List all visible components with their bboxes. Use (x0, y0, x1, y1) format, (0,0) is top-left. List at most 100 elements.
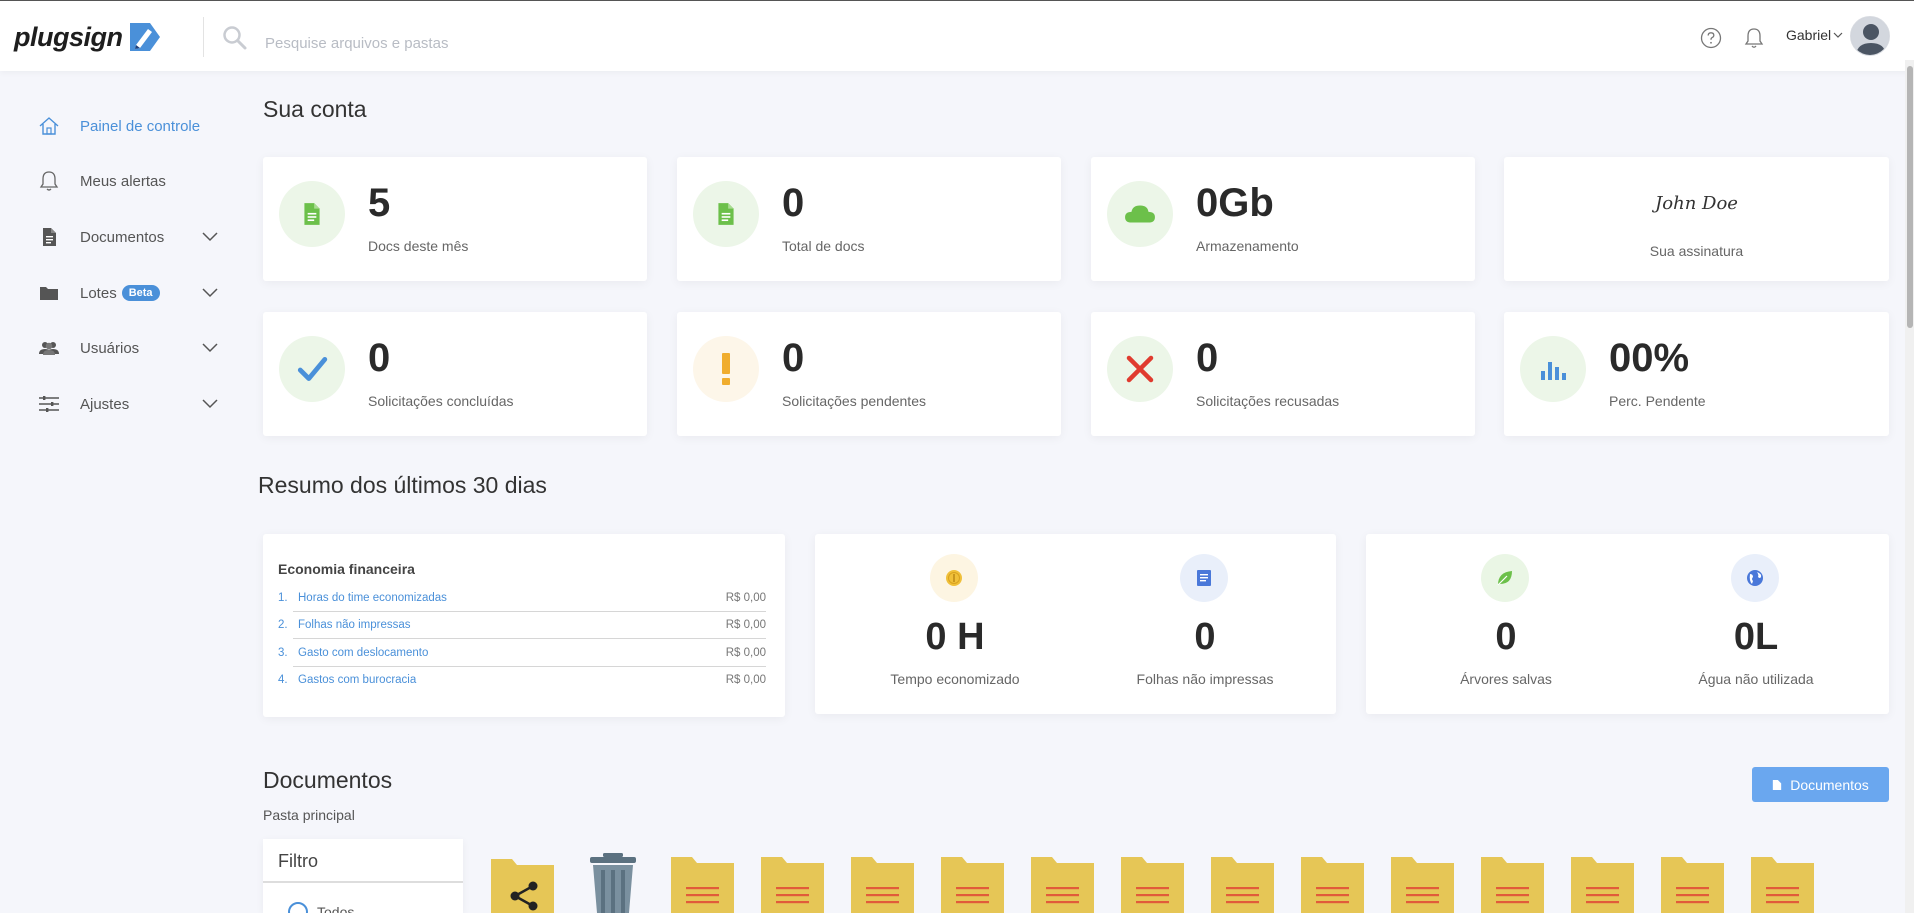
trash-icon (590, 853, 636, 913)
folder-item[interactable] (1300, 853, 1365, 913)
folder-icon (1121, 857, 1184, 913)
list-item-value: R$ 0,00 (725, 673, 766, 686)
folder-icon (1031, 857, 1094, 913)
stat-label: Solicitações recusadas (1196, 393, 1340, 409)
checkmark-icon (297, 357, 328, 381)
environment-card: 0 Árvores salvas 0L Água não utilizada (1366, 534, 1889, 714)
list-number: 1. (278, 591, 288, 604)
folder-item[interactable] (940, 853, 1005, 913)
stat-icon-circle (279, 336, 345, 402)
sidebar-item-alerts[interactable]: Meus alertas (38, 165, 226, 197)
documents-button[interactable]: Documentos (1752, 767, 1889, 802)
shared-folder-icon (491, 859, 554, 913)
sidebar-item-users[interactable]: Usuários (38, 332, 226, 364)
list-item-value: R$ 0,00 (725, 618, 766, 631)
folder-item[interactable] (670, 853, 735, 913)
metric-label: Folhas não impressas (1136, 671, 1274, 687)
list-item[interactable]: 1. Horas do time economizadas R$ 0,00 (278, 584, 766, 611)
stat-value: 00% (1609, 336, 1690, 380)
folder-icon (1751, 857, 1814, 913)
folder-icon (761, 857, 824, 913)
document-icon (718, 203, 734, 225)
home-icon (38, 115, 60, 137)
chevron-down-icon[interactable] (202, 288, 218, 298)
help-icon[interactable] (1700, 27, 1722, 49)
stat-icon-circle (693, 336, 759, 402)
folder-item[interactable] (1030, 853, 1095, 913)
folder-item[interactable] (1570, 853, 1635, 913)
sidebar-item-dashboard[interactable]: Painel de controle (38, 110, 226, 142)
document-icon (1773, 779, 1782, 790)
stat-value: 0 (782, 336, 805, 380)
list-item[interactable]: 3. Gasto com deslocamento R$ 0,00 (278, 639, 766, 666)
search-input[interactable] (265, 25, 825, 61)
folder-item[interactable] (1480, 853, 1545, 913)
stat-value: 5 (368, 181, 391, 225)
filter-radio[interactable] (288, 902, 308, 913)
metric-icon-circle (1180, 554, 1228, 602)
metric-value: 0 (1495, 616, 1517, 658)
stat-label: Perc. Pendente (1609, 393, 1706, 409)
notifications-bell-icon[interactable] (1743, 26, 1765, 50)
list-item-name: Gasto com deslocamento (298, 646, 429, 659)
folder-item[interactable] (1750, 853, 1815, 913)
cloud-icon (1125, 205, 1155, 223)
sidebar-item-label: Usuários (80, 339, 140, 357)
financial-title: Economia financeira (278, 561, 415, 577)
metric-icon-circle (1731, 554, 1779, 602)
page-scrollbar-thumb[interactable] (1907, 66, 1913, 328)
time-paper-card: 0 H Tempo economizado 0 Folhas não impre… (815, 534, 1336, 714)
folder-item[interactable] (1120, 853, 1185, 913)
folder-item[interactable] (760, 853, 825, 913)
stat-icon-circle (279, 181, 345, 247)
chevron-down-icon[interactable] (202, 232, 218, 242)
avatar[interactable] (1850, 16, 1890, 56)
folder-icon (1211, 857, 1274, 913)
filter-divider (263, 881, 463, 883)
metric-label: Água não utilizada (1698, 671, 1814, 687)
sidebar: Painel de controle Meus alertas Document… (0, 72, 240, 913)
signature-card[interactable]: John Doe Sua assinatura (1504, 157, 1889, 281)
stat-label: Total de docs (782, 238, 865, 254)
close-icon (1126, 355, 1154, 383)
stat-label: Armazenamento (1196, 238, 1299, 254)
stat-card-refused: 0 Solicitações recusadas (1091, 312, 1475, 436)
app-logo[interactable]: plugsign (14, 19, 162, 55)
document-icon (38, 226, 60, 248)
folder-shared[interactable] (490, 853, 555, 913)
trash-folder[interactable] (583, 853, 643, 913)
chevron-down-icon[interactable] (1833, 31, 1843, 39)
metric-label: Árvores salvas (1460, 671, 1552, 687)
beta-badge: Beta (121, 285, 160, 301)
folder-item[interactable] (1390, 853, 1455, 913)
signature-label: Sua assinatura (1649, 243, 1744, 259)
stat-card-total-docs: 0 Total de docs (677, 157, 1061, 281)
folder-item[interactable] (850, 853, 915, 913)
list-item[interactable]: 2. Folhas não impressas R$ 0,00 (278, 611, 766, 638)
folder-icon (851, 857, 914, 913)
folder-icon (1481, 857, 1544, 913)
sidebar-item-batches[interactable]: Lotes Beta (38, 277, 226, 309)
folder-path: Pasta principal (263, 807, 355, 823)
sidebar-item-settings[interactable]: Ajustes (38, 388, 226, 420)
signature-preview: John Doe (1655, 193, 1738, 214)
folder-icon (1571, 857, 1634, 913)
documents-button-label: Documentos (1790, 776, 1869, 793)
chevron-down-icon[interactable] (202, 399, 218, 409)
sidebar-item-label: Meus alertas (80, 172, 166, 190)
bell-icon (38, 170, 60, 192)
account-section-title: Sua conta (263, 96, 367, 122)
folder-item[interactable] (1660, 853, 1725, 913)
leaf-icon (1497, 571, 1512, 586)
metric-value: 0L (1733, 616, 1779, 658)
list-item[interactable]: 4. Gastos com burocracia R$ 0,00 (278, 666, 766, 693)
exclamation-icon (722, 353, 730, 385)
folder-item[interactable] (1210, 853, 1275, 913)
sidebar-item-documents[interactable]: Documentos (38, 221, 226, 253)
globe-icon (1747, 570, 1763, 586)
list-number: 3. (278, 646, 288, 659)
chevron-down-icon[interactable] (202, 343, 218, 353)
user-name[interactable]: Gabriel (1786, 27, 1831, 43)
metric-water-saved: 0L Água não utilizada (1616, 534, 1896, 694)
metric-icon-circle (930, 554, 978, 602)
